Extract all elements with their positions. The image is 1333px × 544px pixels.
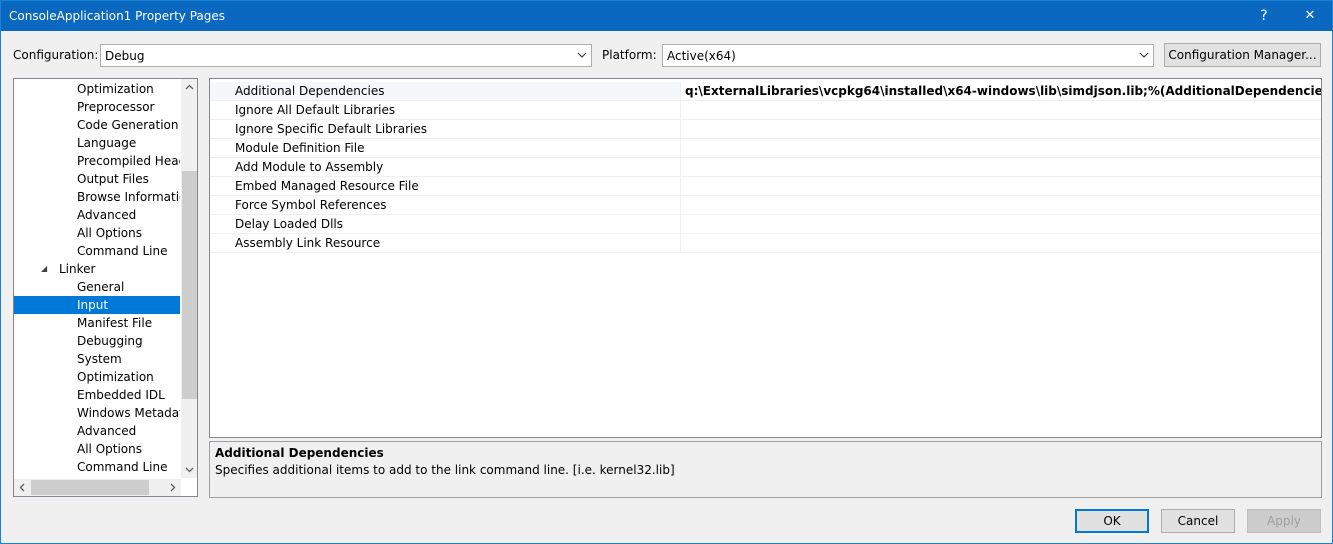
platform-label: Platform: bbox=[602, 48, 657, 62]
property-name: Module Definition File bbox=[210, 139, 681, 157]
property-name: Ignore All Default Libraries bbox=[210, 101, 681, 119]
tree-item-linker-advanced[interactable]: Advanced bbox=[14, 422, 180, 440]
tree-item-linker-input[interactable]: Input bbox=[14, 296, 180, 314]
tree-item-manifest-file[interactable]: Manifest File bbox=[14, 314, 180, 332]
property-value[interactable] bbox=[682, 215, 1321, 233]
property-name: Delay Loaded Dlls bbox=[210, 215, 681, 233]
grid-row-ignore-specific-default-libraries[interactable]: Ignore Specific Default Libraries bbox=[210, 120, 1321, 139]
tree-item-linker-general[interactable]: General bbox=[14, 278, 180, 296]
tree-item-windows-metadata[interactable]: Windows Metadata bbox=[14, 404, 180, 422]
tree-vertical-scroll-thumb[interactable] bbox=[182, 171, 197, 399]
configuration-label: Configuration: bbox=[13, 48, 99, 62]
property-value[interactable] bbox=[682, 139, 1321, 157]
scroll-left-icon[interactable] bbox=[14, 479, 31, 496]
title-bar: ConsoleApplication1 Property Pages ? ✕ bbox=[1, 1, 1332, 31]
scroll-right-icon[interactable] bbox=[164, 479, 181, 496]
platform-select[interactable]: Active(x64) bbox=[662, 44, 1154, 67]
tree-item-advanced[interactable]: Advanced bbox=[14, 206, 180, 224]
tree-item-browse-information[interactable]: Browse Information bbox=[14, 188, 180, 206]
property-value[interactable] bbox=[682, 120, 1321, 138]
grid-row-embed-managed-resource-file[interactable]: Embed Managed Resource File bbox=[210, 177, 1321, 196]
scroll-down-icon[interactable] bbox=[181, 461, 197, 478]
property-name: Embed Managed Resource File bbox=[210, 177, 681, 195]
close-button[interactable]: ✕ bbox=[1287, 1, 1333, 31]
configuration-select[interactable]: Debug bbox=[100, 44, 592, 67]
tree-item-linker[interactable]: Linker bbox=[59, 260, 180, 278]
tree-item-code-generation[interactable]: Code Generation bbox=[14, 116, 180, 134]
description-panel: Additional Dependencies Specifies additi… bbox=[209, 441, 1322, 498]
tree-item-linker-optimization[interactable]: Optimization bbox=[14, 368, 180, 386]
property-name: Force Symbol References bbox=[210, 196, 681, 214]
tree-vertical-scrollbar[interactable] bbox=[181, 79, 197, 478]
tree-item-optimization[interactable]: Optimization bbox=[14, 80, 180, 98]
property-value[interactable] bbox=[682, 177, 1321, 195]
tree-item-language[interactable]: Language bbox=[14, 134, 180, 152]
apply-button[interactable]: Apply bbox=[1247, 509, 1321, 533]
property-value[interactable] bbox=[682, 234, 1321, 252]
tree-item-linker-command-line[interactable]: Command Line bbox=[14, 458, 180, 476]
configuration-manager-button[interactable]: Configuration Manager... bbox=[1164, 43, 1321, 67]
grid-row-delay-loaded-dlls[interactable]: Delay Loaded Dlls bbox=[210, 215, 1321, 234]
tree-horizontal-scrollbar[interactable] bbox=[14, 479, 181, 496]
scroll-up-icon[interactable] bbox=[181, 79, 197, 96]
tree-item-command-line[interactable]: Command Line bbox=[14, 242, 180, 260]
tree-item-preprocessor[interactable]: Preprocessor bbox=[14, 98, 180, 116]
tree-item-embedded-idl[interactable]: Embedded IDL bbox=[14, 386, 180, 404]
tree-item-system[interactable]: System bbox=[14, 350, 180, 368]
grid-row-module-definition-file[interactable]: Module Definition File bbox=[210, 139, 1321, 158]
grid-row-ignore-all-default-libraries[interactable]: Ignore All Default Libraries bbox=[210, 101, 1321, 120]
property-value[interactable]: q:\ExternalLibraries\vcpkg64\installed\x… bbox=[682, 82, 1321, 100]
property-value[interactable] bbox=[682, 101, 1321, 119]
cancel-button[interactable]: Cancel bbox=[1161, 509, 1235, 533]
ok-button[interactable]: OK bbox=[1075, 509, 1149, 533]
platform-value: Active(x64) bbox=[667, 49, 736, 63]
configuration-value: Debug bbox=[105, 49, 145, 63]
grid-row-assembly-link-resource[interactable]: Assembly Link Resource bbox=[210, 234, 1321, 253]
property-name: Additional Dependencies bbox=[210, 82, 681, 100]
property-tree: Optimization Preprocessor Code Generatio… bbox=[13, 78, 198, 497]
window-title: ConsoleApplication1 Property Pages bbox=[9, 9, 226, 23]
property-pages-window: ConsoleApplication1 Property Pages ? ✕ C… bbox=[0, 0, 1333, 544]
grid-row-add-module-to-assembly[interactable]: Add Module to Assembly bbox=[210, 158, 1321, 177]
tree-item-debugging[interactable]: Debugging bbox=[14, 332, 180, 350]
expand-triangle-icon[interactable]: ◢ bbox=[41, 260, 51, 278]
grid-row-additional-dependencies[interactable]: Additional Dependencies q:\ExternalLibra… bbox=[210, 82, 1321, 101]
description-title: Additional Dependencies bbox=[215, 446, 384, 460]
property-name: Ignore Specific Default Libraries bbox=[210, 120, 681, 138]
chevron-down-icon bbox=[573, 45, 591, 66]
property-value[interactable] bbox=[682, 196, 1321, 214]
help-button[interactable]: ? bbox=[1241, 1, 1287, 31]
chevron-down-icon bbox=[1135, 45, 1153, 66]
grid-row-force-symbol-references[interactable]: Force Symbol References bbox=[210, 196, 1321, 215]
tree-horizontal-scroll-thumb[interactable] bbox=[31, 480, 149, 495]
property-name: Add Module to Assembly bbox=[210, 158, 681, 176]
tree-item-all-options[interactable]: All Options bbox=[14, 224, 180, 242]
description-text: Specifies additional items to add to the… bbox=[215, 463, 675, 477]
tree-item-output-files[interactable]: Output Files bbox=[14, 170, 180, 188]
property-value[interactable] bbox=[682, 158, 1321, 176]
tree-item-precompiled-headers[interactable]: Precompiled Headers bbox=[14, 152, 180, 170]
property-name: Assembly Link Resource bbox=[210, 234, 681, 252]
property-grid: Additional Dependencies q:\ExternalLibra… bbox=[209, 78, 1322, 438]
tree-item-linker-all-options[interactable]: All Options bbox=[14, 440, 180, 458]
